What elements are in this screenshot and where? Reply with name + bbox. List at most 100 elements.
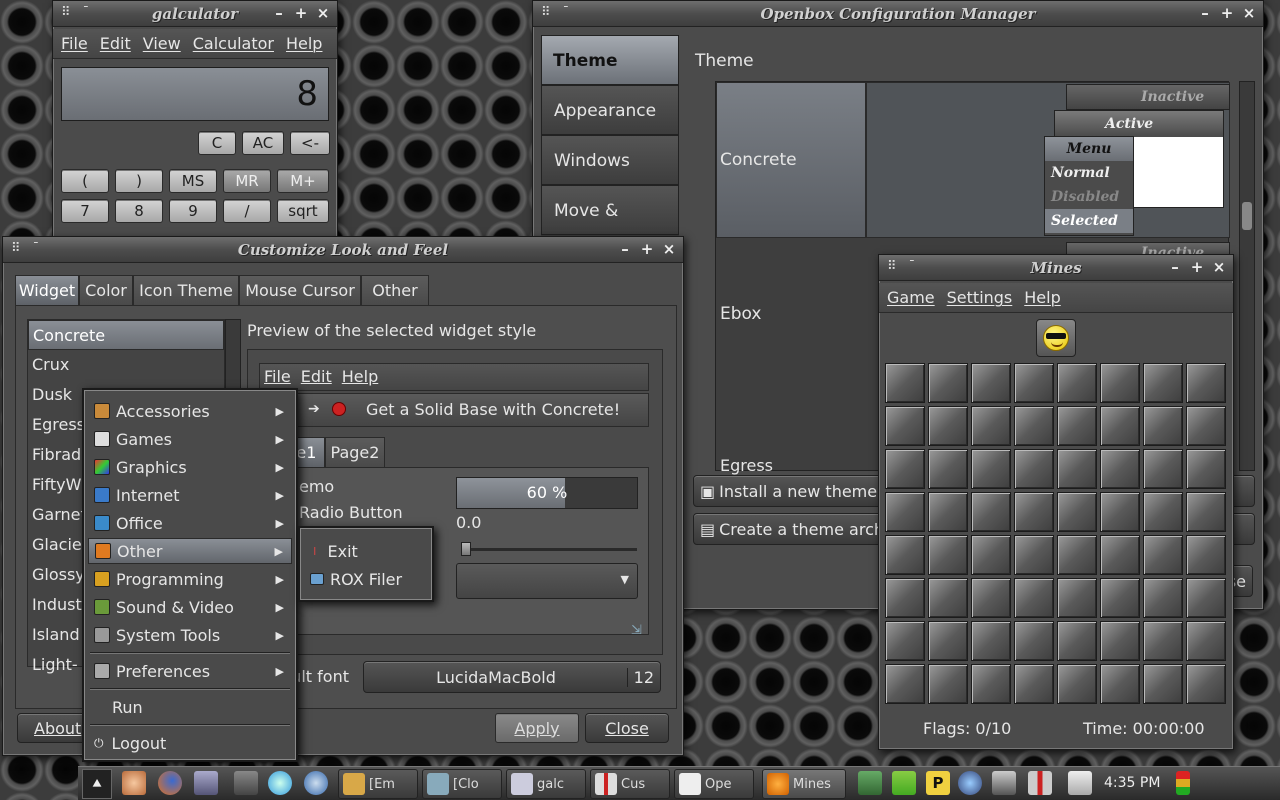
slider-track[interactable] — [461, 542, 637, 556]
mine-cell[interactable] — [885, 406, 925, 446]
tab-other[interactable]: Other — [361, 275, 429, 305]
menu-graphics[interactable]: Graphics ▶ — [88, 454, 292, 480]
maximize-icon[interactable]: + — [639, 240, 655, 258]
tab-color[interactable]: Color — [79, 275, 133, 305]
openbox-titlebar[interactable]: ⠿ ˉ Openbox Configuration Manager – + × — [533, 1, 1263, 27]
mine-cell[interactable] — [1057, 664, 1097, 704]
monitor-icon[interactable] — [992, 771, 1016, 795]
mine-cell[interactable] — [1014, 621, 1054, 661]
mine-cell[interactable] — [885, 492, 925, 532]
mine-cell[interactable] — [1057, 492, 1097, 532]
mine-cell[interactable] — [928, 406, 968, 446]
memory-store-button[interactable]: MS — [169, 169, 217, 193]
mine-cell[interactable] — [1100, 449, 1140, 489]
p-icon[interactable]: P — [926, 771, 950, 795]
firefox-icon[interactable] — [158, 771, 182, 795]
mine-cell[interactable] — [1014, 578, 1054, 618]
task-clock[interactable]: [Clo — [422, 769, 502, 799]
sidebar-item-move-resize[interactable]: Move & Resize — [541, 185, 679, 271]
mine-cell[interactable] — [1143, 363, 1183, 403]
task-galculator[interactable]: galc — [506, 769, 586, 799]
nine-button[interactable]: 9 — [169, 199, 217, 223]
menu-games[interactable]: Games ▶ — [88, 426, 292, 452]
mine-cell[interactable] — [1100, 664, 1140, 704]
submenu-rox-filer[interactable]: ROX Filer — [304, 566, 428, 592]
tab-widget[interactable]: Widget — [15, 275, 79, 305]
close-icon[interactable]: × — [1241, 4, 1257, 22]
menu-calculator[interactable]: Calculator — [193, 34, 274, 53]
menu-file[interactable]: File — [61, 34, 88, 53]
menu-preferences[interactable]: Preferences ▶ — [88, 658, 292, 684]
mine-cell[interactable] — [1057, 406, 1097, 446]
radio-button-label[interactable]: Radio Button — [299, 503, 403, 522]
mine-cell[interactable] — [885, 363, 925, 403]
clear-button[interactable]: C — [198, 131, 236, 155]
minimize-icon[interactable]: – — [1167, 258, 1183, 276]
mine-cell[interactable] — [885, 621, 925, 661]
maximize-icon[interactable]: + — [1189, 258, 1205, 276]
menu-other[interactable]: Other ▶ — [88, 538, 292, 564]
menu-sound-video[interactable]: Sound & Video ▶ — [88, 594, 292, 620]
calculator-launcher-icon[interactable] — [234, 771, 258, 795]
list-item[interactable]: Concrete — [28, 320, 224, 350]
mine-cell[interactable] — [1100, 578, 1140, 618]
preview-combobox[interactable]: ▼ — [456, 563, 638, 599]
mine-cell[interactable] — [928, 578, 968, 618]
mine-cell[interactable] — [928, 363, 968, 403]
task-customize[interactable]: Cus — [590, 769, 670, 799]
mine-cell[interactable] — [1186, 449, 1226, 489]
mine-cell[interactable] — [885, 449, 925, 489]
mine-cell[interactable] — [1186, 664, 1226, 704]
mine-cell[interactable] — [971, 535, 1011, 575]
mine-cell[interactable] — [1143, 664, 1183, 704]
window-menu-icon[interactable]: ⠿ ˉ — [887, 259, 919, 274]
mine-cell[interactable] — [1014, 363, 1054, 403]
mine-cell[interactable] — [971, 621, 1011, 661]
menu-office[interactable]: Office ▶ — [88, 510, 292, 536]
mine-cell[interactable] — [1143, 449, 1183, 489]
mine-cell[interactable] — [1057, 363, 1097, 403]
open-paren-button[interactable]: ( — [61, 169, 109, 193]
mine-cell[interactable] — [1100, 621, 1140, 661]
menu-internet[interactable]: Internet ▶ — [88, 482, 292, 508]
task-openbox[interactable]: Ope — [674, 769, 754, 799]
menu-system-tools[interactable]: System Tools ▶ — [88, 622, 292, 648]
mine-cell[interactable] — [1186, 406, 1226, 446]
mine-cell[interactable] — [885, 664, 925, 704]
divide-button[interactable]: / — [223, 199, 271, 223]
mine-cell[interactable] — [885, 535, 925, 575]
new-game-face-button[interactable] — [1036, 319, 1076, 357]
stop-icon[interactable] — [332, 402, 346, 416]
window-menu-icon[interactable]: ⠿ ˉ — [541, 5, 573, 20]
mine-cell[interactable] — [971, 449, 1011, 489]
tab-mouse-cursor[interactable]: Mouse Cursor — [239, 275, 361, 305]
mines-titlebar[interactable]: ⠿ ˉ Mines – + × — [879, 255, 1233, 281]
minimize-icon[interactable]: – — [1197, 4, 1213, 22]
close-icon[interactable]: × — [315, 4, 331, 22]
mine-cell[interactable] — [1186, 492, 1226, 532]
mine-cell[interactable] — [971, 406, 1011, 446]
minimize-icon[interactable]: – — [271, 4, 287, 22]
magnifier-icon[interactable] — [958, 771, 982, 795]
resize-grip-icon[interactable]: ⇲ — [631, 623, 642, 638]
task-email[interactable]: [Em — [338, 769, 418, 799]
menu-help[interactable]: Help — [1024, 288, 1060, 307]
mine-cell[interactable] — [1014, 664, 1054, 704]
memory-recall-button[interactable]: MR — [223, 169, 271, 193]
mine-cell[interactable] — [1186, 578, 1226, 618]
menu-game[interactable]: Game — [887, 288, 935, 307]
tray-icon-1[interactable] — [858, 771, 882, 795]
menu-logout[interactable]: ⏻ Logout — [88, 730, 292, 756]
mine-cell[interactable] — [1143, 535, 1183, 575]
preview-menu-file[interactable]: File — [264, 364, 291, 390]
menu-help[interactable]: Help — [286, 34, 322, 53]
theme-list-scrollbar[interactable] — [1239, 81, 1255, 471]
launcher-icon-1[interactable] — [122, 771, 146, 795]
launcher-icon-3[interactable] — [194, 771, 218, 795]
menu-run[interactable]: Run — [88, 694, 292, 720]
mine-cell[interactable] — [1100, 535, 1140, 575]
close-icon[interactable]: × — [661, 240, 677, 258]
memory-add-button[interactable]: M+ — [277, 169, 329, 193]
font-picker-button[interactable]: LucidaMacBold 12 — [363, 661, 661, 693]
battery-icon[interactable] — [892, 771, 916, 795]
